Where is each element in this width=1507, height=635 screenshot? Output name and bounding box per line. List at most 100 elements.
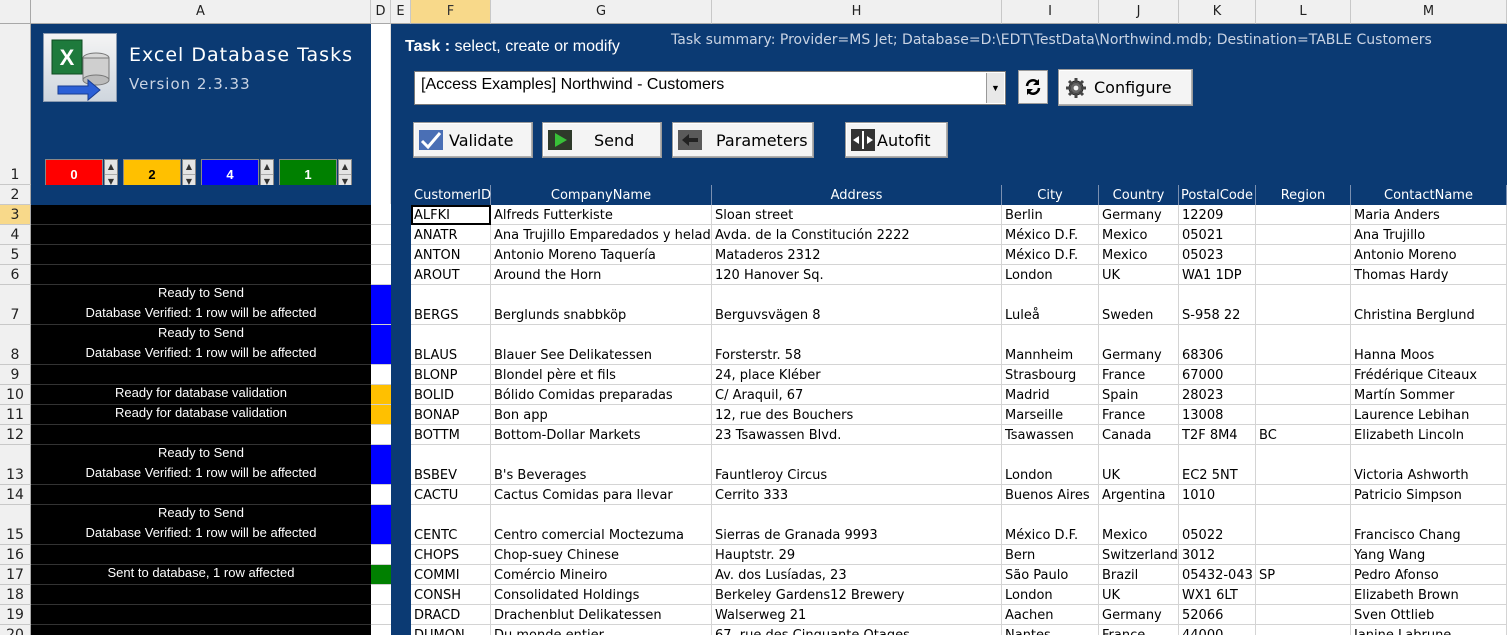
table-cell-address[interactable]: 24, place Kléber — [712, 365, 1002, 385]
table-cell-country[interactable]: Argentina — [1099, 485, 1179, 505]
table-cell-address[interactable]: Cerrito 333 — [712, 485, 1002, 505]
table-cell-city[interactable]: México D.F. — [1002, 225, 1099, 245]
table-cell-contactname[interactable]: Janine Labrune — [1351, 625, 1507, 635]
table-cell-companyname[interactable]: Comércio Mineiro — [491, 565, 712, 585]
column-header-d[interactable]: D — [371, 0, 391, 24]
table-cell-customerid[interactable]: ALFKI — [411, 205, 491, 225]
table-cell-postalcode[interactable]: 3012 — [1179, 545, 1256, 565]
table-cell-address[interactable]: Forsterstr. 58 — [712, 325, 1002, 365]
table-cell-customerid[interactable]: COMMI — [411, 565, 491, 585]
table-cell-contactname[interactable]: Pedro Afonso — [1351, 565, 1507, 585]
table-cell-region[interactable] — [1256, 225, 1351, 245]
table-cell-companyname[interactable]: Cactus Comidas para llevar — [491, 485, 712, 505]
table-cell-companyname[interactable]: Bon app — [491, 405, 712, 425]
table-cell-country[interactable]: UK — [1099, 445, 1179, 485]
table-cell-customerid[interactable]: CENTC — [411, 505, 491, 545]
table-cell-postalcode[interactable]: EC2 5NT — [1179, 445, 1256, 485]
table-cell-country[interactable]: Germany — [1099, 325, 1179, 365]
table-cell-address[interactable]: 23 Tsawassen Blvd. — [712, 425, 1002, 445]
table-cell-region[interactable] — [1256, 365, 1351, 385]
table-cell-city[interactable]: Bern — [1002, 545, 1099, 565]
table-cell-companyname[interactable]: Consolidated Holdings — [491, 585, 712, 605]
table-cell-region[interactable] — [1256, 505, 1351, 545]
table-cell-region[interactable] — [1256, 485, 1351, 505]
table-cell-companyname[interactable]: Bottom-Dollar Markets — [491, 425, 712, 445]
table-cell-postalcode[interactable]: 05022 — [1179, 505, 1256, 545]
column-header-f[interactable]: F — [411, 0, 491, 24]
table-cell-companyname[interactable]: Centro comercial Moctezuma — [491, 505, 712, 545]
row-status-cell[interactable] — [31, 265, 371, 285]
row-status-cell[interactable]: Ready to Send Database Verified: 1 row wi… — [31, 325, 371, 365]
table-cell-region[interactable] — [1256, 545, 1351, 565]
table-cell-country[interactable]: Mexico — [1099, 245, 1179, 265]
row-status-cell[interactable] — [31, 225, 371, 245]
table-cell-companyname[interactable]: Alfreds Futterkiste — [491, 205, 712, 225]
row-status-cell[interactable] — [31, 425, 371, 445]
table-cell-contactname[interactable]: Francisco Chang — [1351, 505, 1507, 545]
row-status-cell[interactable] — [31, 365, 371, 385]
table-cell-country[interactable]: UK — [1099, 265, 1179, 285]
row-status-cell[interactable] — [31, 245, 371, 265]
table-cell-customerid[interactable]: ANTON — [411, 245, 491, 265]
table-cell-city[interactable]: Mannheim — [1002, 325, 1099, 365]
refresh-button[interactable] — [1018, 70, 1048, 104]
table-cell-customerid[interactable]: AROUT — [411, 265, 491, 285]
table-cell-customerid[interactable]: CONSH — [411, 585, 491, 605]
table-cell-postalcode[interactable]: 13008 — [1179, 405, 1256, 425]
row-header[interactable]: 7 — [0, 285, 31, 325]
table-cell-customerid[interactable]: BOLID — [411, 385, 491, 405]
table-cell-region[interactable]: BC — [1256, 425, 1351, 445]
column-header-a[interactable]: A — [31, 0, 371, 24]
row-header[interactable]: 11 — [0, 405, 31, 425]
table-cell-country[interactable]: Germany — [1099, 605, 1179, 625]
row-header[interactable]: 16 — [0, 545, 31, 565]
table-cell-address[interactable]: Av. dos Lusíadas, 23 — [712, 565, 1002, 585]
table-cell-city[interactable]: Strasbourg — [1002, 365, 1099, 385]
table-cell-city[interactable]: México D.F. — [1002, 505, 1099, 545]
table-cell-postalcode[interactable]: WX1 6LT — [1179, 585, 1256, 605]
table-cell-postalcode[interactable]: 28023 — [1179, 385, 1256, 405]
table-cell-address[interactable]: Walserweg 21 — [712, 605, 1002, 625]
column-header-e[interactable]: E — [391, 0, 411, 24]
table-cell-region[interactable] — [1256, 265, 1351, 285]
table-cell-region[interactable]: SP — [1256, 565, 1351, 585]
row-status-cell[interactable] — [31, 545, 371, 565]
table-cell-address[interactable]: Sierras de Granada 9993 — [712, 505, 1002, 545]
parameters-button[interactable]: Parameters — [672, 122, 814, 158]
table-cell-city[interactable]: Nantes — [1002, 625, 1099, 635]
table-cell-region[interactable] — [1256, 445, 1351, 485]
table-cell-customerid[interactable]: BOTTM — [411, 425, 491, 445]
table-cell-contactname[interactable]: Maria Anders — [1351, 205, 1507, 225]
column-header-m[interactable]: M — [1351, 0, 1507, 24]
table-cell-postalcode[interactable]: 52066 — [1179, 605, 1256, 625]
table-cell-region[interactable] — [1256, 325, 1351, 365]
table-cell-region[interactable] — [1256, 385, 1351, 405]
table-cell-address[interactable]: Hauptstr. 29 — [712, 545, 1002, 565]
table-cell-city[interactable]: Madrid — [1002, 385, 1099, 405]
row-header[interactable]: 9 — [0, 365, 31, 385]
row-header[interactable]: 18 — [0, 585, 31, 605]
table-cell-country[interactable]: Sweden — [1099, 285, 1179, 325]
table-column-header[interactable]: Region — [1256, 185, 1351, 205]
row-header[interactable]: 13 — [0, 445, 31, 485]
table-cell-region[interactable] — [1256, 605, 1351, 625]
table-cell-address[interactable]: Avda. de la Constitución 2222 — [712, 225, 1002, 245]
table-cell-country[interactable]: Germany — [1099, 205, 1179, 225]
table-cell-city[interactable]: Tsawassen — [1002, 425, 1099, 445]
table-cell-companyname[interactable]: Around the Horn — [491, 265, 712, 285]
row-header[interactable]: 8 — [0, 325, 31, 365]
table-cell-customerid[interactable]: ANATR — [411, 225, 491, 245]
autofit-button[interactable]: Autofit — [845, 122, 948, 158]
table-cell-contactname[interactable]: Thomas Hardy — [1351, 265, 1507, 285]
table-cell-contactname[interactable]: Yang Wang — [1351, 545, 1507, 565]
table-cell-customerid[interactable]: DUMON — [411, 625, 491, 635]
table-column-header[interactable]: PostalCode — [1179, 185, 1256, 205]
row-header[interactable]: 20 — [0, 625, 31, 635]
table-cell-companyname[interactable]: Berglunds snabbköp — [491, 285, 712, 325]
row-status-cell[interactable]: Sent to database, 1 row affected — [31, 565, 371, 585]
table-cell-contactname[interactable]: Victoria Ashworth — [1351, 445, 1507, 485]
table-cell-companyname[interactable]: Antonio Moreno Taquería — [491, 245, 712, 265]
table-cell-customerid[interactable]: CACTU — [411, 485, 491, 505]
table-cell-contactname[interactable]: Martín Sommer — [1351, 385, 1507, 405]
table-cell-postalcode[interactable]: 68306 — [1179, 325, 1256, 365]
